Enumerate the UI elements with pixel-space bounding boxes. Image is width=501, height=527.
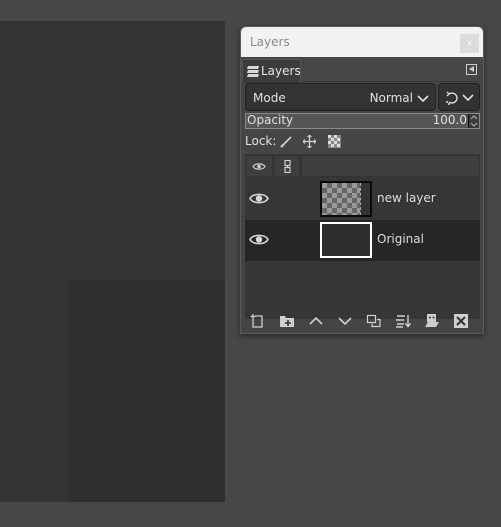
layer-name[interactable]: new layer [377, 191, 436, 205]
mode-label: Mode [253, 91, 286, 105]
opacity-spin-buttons[interactable] [468, 114, 479, 128]
eye-icon [252, 163, 266, 170]
layer-name[interactable]: Original [377, 232, 424, 246]
opacity-label: Opacity [247, 113, 294, 127]
tab-label: Layers [261, 64, 301, 78]
layer-row-selected[interactable]: Original [245, 220, 480, 261]
delete-layer-icon[interactable] [453, 313, 471, 329]
layer-column-header[interactable] [301, 155, 480, 177]
layer-mask-icon[interactable] [424, 313, 442, 329]
layers-dialog: Layers x Layers Mode Normal Opacity 100.… [240, 26, 484, 334]
dialog-titlebar[interactable]: Layers x [241, 27, 483, 57]
mode-select[interactable]: Mode Normal [245, 83, 436, 111]
raise-layer-icon[interactable] [308, 313, 326, 329]
chain-icon [284, 160, 291, 173]
new-layer-icon[interactable] [250, 313, 268, 329]
lock-position-icon[interactable] [302, 134, 317, 151]
chevron-down-icon [417, 92, 429, 106]
layer-thumbnail [320, 222, 372, 258]
canvas-layer-region [69, 281, 225, 502]
image-canvas[interactable] [0, 21, 225, 502]
layer-row[interactable]: new layer [245, 179, 480, 220]
opacity-spinscale[interactable]: Opacity 100.0 [245, 113, 480, 129]
lock-pixels-icon[interactable] [280, 136, 292, 151]
lower-layer-icon[interactable] [337, 313, 355, 329]
layers-list-header [245, 154, 480, 178]
layers-icon [246, 65, 260, 81]
eye-icon[interactable] [249, 233, 269, 249]
tab-menu-icon[interactable] [466, 64, 477, 75]
lock-label: Lock: [245, 134, 277, 148]
tab-layers[interactable]: Layers [242, 59, 301, 83]
layers-list: new layer Original [245, 154, 480, 319]
composite-mode-icon [444, 91, 458, 108]
composite-mode-select[interactable] [438, 83, 480, 111]
mode-value: Normal [369, 91, 413, 105]
chain-column-header[interactable] [274, 155, 300, 177]
opacity-value[interactable]: 100.0 [433, 113, 467, 127]
new-layer-group-icon[interactable] [279, 313, 297, 329]
dialog-title: Layers [250, 35, 290, 49]
lock-alpha-icon[interactable] [328, 135, 341, 151]
merge-layer-icon[interactable] [395, 313, 413, 329]
close-button[interactable]: x [460, 34, 479, 53]
layer-thumbnail [320, 181, 372, 217]
dock-tab-bar: Layers [241, 57, 483, 83]
visibility-column-header[interactable] [245, 155, 273, 177]
layers-toolbar [245, 314, 480, 334]
chevron-down-icon [462, 92, 474, 105]
duplicate-layer-icon[interactable] [366, 313, 384, 329]
eye-icon[interactable] [249, 192, 269, 208]
